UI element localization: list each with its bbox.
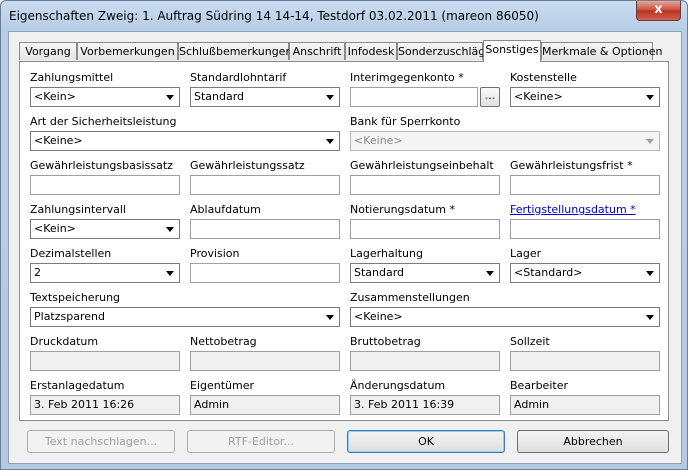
tab-vorgang[interactable]: Vorgang bbox=[19, 42, 77, 60]
chevron-down-icon[interactable] bbox=[643, 90, 657, 104]
chevron-down-icon[interactable] bbox=[323, 310, 337, 324]
fertigstellungsdatum-field[interactable] bbox=[510, 219, 660, 239]
ablaufdatum-label: Ablaufdatum bbox=[190, 203, 261, 216]
aenderungsdatum-label: Änderungsdatum bbox=[350, 379, 446, 392]
notierungsdatum-label: Notierungsdatum * bbox=[350, 203, 455, 216]
chevron-down-icon[interactable] bbox=[643, 310, 657, 324]
tab-merkmale-optionen[interactable]: Merkmale & Optionen bbox=[541, 42, 662, 60]
sicherheitsleistung-value: <Keine> bbox=[34, 134, 83, 147]
zusammenstellungen-combo[interactable]: <Keine> bbox=[350, 307, 660, 327]
provision-label: Provision bbox=[190, 247, 240, 260]
fertigstellungsdatum-link[interactable]: Fertigstellungsdatum * bbox=[510, 203, 636, 216]
lagerhaltung-label: Lagerhaltung bbox=[350, 247, 423, 260]
chevron-down-icon bbox=[643, 134, 657, 148]
erstanlagedatum-label: Erstanlagedatum bbox=[30, 379, 125, 392]
zahlungsmittel-label: Zahlungsmittel bbox=[30, 71, 114, 84]
gewaehr-frist-field[interactable] bbox=[510, 175, 660, 195]
sicherheitsleistung-combo[interactable]: <Keine> bbox=[30, 131, 340, 151]
text-nachschlagen-button: Text nachschlagen... bbox=[27, 430, 175, 453]
chevron-down-icon[interactable] bbox=[163, 266, 177, 280]
erstanlagedatum-field: 3. Feb 2011 16:26 bbox=[30, 395, 180, 415]
window-title: Eigenschaften Zweig: 1. Auftrag Südring … bbox=[9, 9, 539, 23]
dezimalstellen-value: 2 bbox=[34, 266, 41, 279]
bruttobetrag-label: Bruttobetrag bbox=[350, 335, 421, 348]
gewaehr-basissatz-field[interactable] bbox=[30, 175, 180, 195]
zahlungsintervall-value: <Kein> bbox=[34, 222, 76, 235]
tab-infodesk[interactable]: Infodesk bbox=[345, 42, 397, 60]
lager-value: <Standard> bbox=[514, 266, 583, 279]
title-bar[interactable]: Eigenschaften Zweig: 1. Auftrag Südring … bbox=[1, 1, 687, 31]
tab-panel-sonstiges: Zahlungsmittel <Kein> Standardlohntarif … bbox=[19, 61, 669, 421]
zahlungsintervall-combo[interactable]: <Kein> bbox=[30, 219, 180, 239]
tab-vorbemerkungen[interactable]: Vorbemerkungen bbox=[77, 42, 178, 60]
chevron-down-icon[interactable] bbox=[323, 134, 337, 148]
bearbeiter-label: Bearbeiter bbox=[510, 379, 568, 392]
standardlohntarif-label: Standardlohntarif bbox=[190, 71, 287, 84]
chevron-down-icon[interactable] bbox=[643, 266, 657, 280]
sperrkonto-value: <Keine> bbox=[354, 134, 403, 147]
tab-sonderzuschlaege[interactable]: Sonderzuschläge bbox=[397, 42, 492, 60]
interimgegenkonto-browse-button[interactable]: ... bbox=[480, 87, 500, 107]
dezimalstellen-label: Dezimalstellen bbox=[30, 247, 112, 260]
nettobetrag-field bbox=[190, 351, 340, 371]
gewaehr-basissatz-label: Gewährleistungsbasissatz bbox=[30, 159, 173, 172]
provision-field[interactable] bbox=[190, 263, 340, 283]
druckdatum-label: Druckdatum bbox=[30, 335, 99, 348]
gewaehr-frist-label: Gewährleistungsfrist * bbox=[510, 159, 633, 172]
textspeicherung-value: Platzsparend bbox=[34, 310, 105, 323]
tab-anschrift[interactable]: Anschrift bbox=[289, 42, 345, 60]
dialog-client: Vorgang Vorbemerkungen Schlußbemerkungen… bbox=[8, 31, 682, 464]
bearbeiter-field: Admin bbox=[510, 395, 660, 415]
dezimalstellen-combo[interactable]: 2 bbox=[30, 263, 180, 283]
sperrkonto-label: Bank für Sperrkonto bbox=[350, 115, 461, 128]
sollzeit-field bbox=[510, 351, 660, 371]
gewaehr-satz-label: Gewährleistungssatz bbox=[190, 159, 305, 172]
interimgegenkonto-label: Interimgegenkonto * bbox=[350, 71, 464, 84]
interimgegenkonto-field[interactable] bbox=[350, 87, 478, 107]
abbrechen-button[interactable]: Abbrechen bbox=[517, 430, 669, 453]
eigentuemer-field: Admin bbox=[190, 395, 340, 415]
textspeicherung-label: Textspeicherung bbox=[30, 291, 121, 304]
ablaufdatum-field[interactable] bbox=[190, 219, 340, 239]
dialog-window: Eigenschaften Zweig: 1. Auftrag Südring … bbox=[0, 0, 688, 470]
kostenstelle-combo[interactable]: <Keine> bbox=[510, 87, 660, 107]
notierungsdatum-field[interactable] bbox=[350, 219, 500, 239]
kostenstelle-label: Kostenstelle bbox=[510, 71, 577, 84]
chevron-down-icon[interactable] bbox=[163, 90, 177, 104]
eigentuemer-label: Eigentümer bbox=[190, 379, 255, 392]
gewaehr-einbehalt-field[interactable] bbox=[350, 175, 500, 195]
lager-combo[interactable]: <Standard> bbox=[510, 263, 660, 283]
sperrkonto-combo: <Keine> bbox=[350, 131, 660, 151]
druckdatum-field bbox=[30, 351, 180, 371]
zusammenstellungen-label: Zusammenstellungen bbox=[350, 291, 470, 304]
sollzeit-label: Sollzeit bbox=[510, 335, 550, 348]
rtf-editor-button: RTF-Editor... bbox=[187, 430, 335, 453]
lagerhaltung-combo[interactable]: Standard bbox=[350, 263, 500, 283]
lagerhaltung-value: Standard bbox=[354, 266, 405, 279]
zahlungsintervall-label: Zahlungsintervall bbox=[30, 203, 126, 216]
chevron-down-icon[interactable] bbox=[163, 222, 177, 236]
tab-sonstiges[interactable]: Sonstiges bbox=[483, 40, 541, 62]
gewaehr-satz-field[interactable] bbox=[190, 175, 340, 195]
zusammenstellungen-value: <Keine> bbox=[354, 310, 403, 323]
standardlohntarif-combo[interactable]: Standard bbox=[190, 87, 340, 107]
kostenstelle-value: <Keine> bbox=[514, 90, 563, 103]
ok-button[interactable]: OK bbox=[347, 430, 505, 453]
nettobetrag-label: Nettobetrag bbox=[190, 335, 257, 348]
sicherheitsleistung-label: Art der Sicherheitsleistung bbox=[30, 115, 177, 128]
zahlungsmittel-value: <Kein> bbox=[34, 90, 76, 103]
gewaehr-einbehalt-label: Gewährleistungseinbehalt bbox=[350, 159, 494, 172]
aenderungsdatum-field: 3. Feb 2011 16:39 bbox=[350, 395, 500, 415]
tab-schlussbemerkungen[interactable]: Schlußbemerkungen bbox=[178, 42, 292, 60]
close-button[interactable]: x bbox=[636, 1, 681, 21]
bruttobetrag-field bbox=[350, 351, 500, 371]
standardlohntarif-value: Standard bbox=[194, 90, 245, 103]
zahlungsmittel-combo[interactable]: <Kein> bbox=[30, 87, 180, 107]
lager-label: Lager bbox=[510, 247, 542, 260]
chevron-down-icon[interactable] bbox=[323, 90, 337, 104]
textspeicherung-combo[interactable]: Platzsparend bbox=[30, 307, 340, 327]
chevron-down-icon[interactable] bbox=[483, 266, 497, 280]
